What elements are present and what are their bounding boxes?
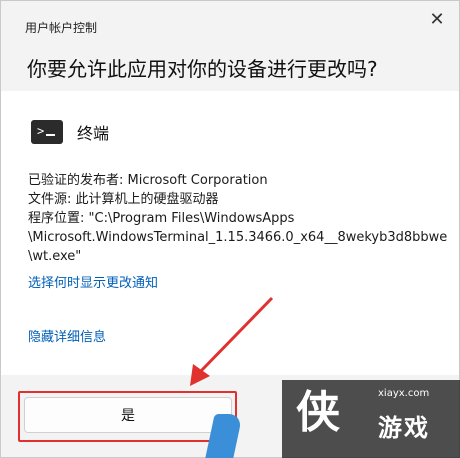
- dialog-question: 你要允许此应用对你的设备进行更改吗?: [27, 57, 378, 81]
- watermark-logo-glyph: 侠: [296, 387, 340, 438]
- dialog-caption: 用户帐户控制: [25, 21, 98, 35]
- program-location-line-2: \Microsoft.WindowsTerminal_1.15.3466.0_x…: [28, 230, 448, 245]
- app-identity: > 终端: [31, 117, 109, 147]
- show-notification-settings-link[interactable]: 选择何时显示更改通知: [28, 272, 158, 291]
- watermark-site: xiayx.com: [378, 388, 430, 399]
- dialog-header: 用户帐户控制 ✕ 你要允许此应用对你的设备进行更改吗?: [1, 1, 459, 91]
- yes-button[interactable]: 是: [24, 397, 232, 433]
- app-name: 终端: [77, 124, 110, 143]
- program-location-line-3: \wt.exe": [28, 249, 82, 264]
- terminal-cursor-bar: [46, 134, 55, 136]
- terminal-icon: >: [31, 120, 63, 144]
- watermark-title: 游戏: [378, 414, 430, 442]
- hide-details-link[interactable]: 隐藏详细信息: [28, 326, 106, 345]
- program-location-line-1: 程序位置: "C:\Program Files\WindowsApps: [28, 211, 295, 226]
- close-icon: ✕: [429, 8, 445, 30]
- close-button[interactable]: ✕: [425, 7, 449, 31]
- publisher-line: 已验证的发布者: Microsoft Corporation: [28, 173, 268, 188]
- terminal-prompt-glyph: >: [37, 124, 45, 138]
- app-details: 已验证的发布者: Microsoft Corporation 文件源: 此计算机…: [28, 171, 447, 266]
- file-origin-line: 文件源: 此计算机上的硬盘驱动器: [28, 192, 219, 207]
